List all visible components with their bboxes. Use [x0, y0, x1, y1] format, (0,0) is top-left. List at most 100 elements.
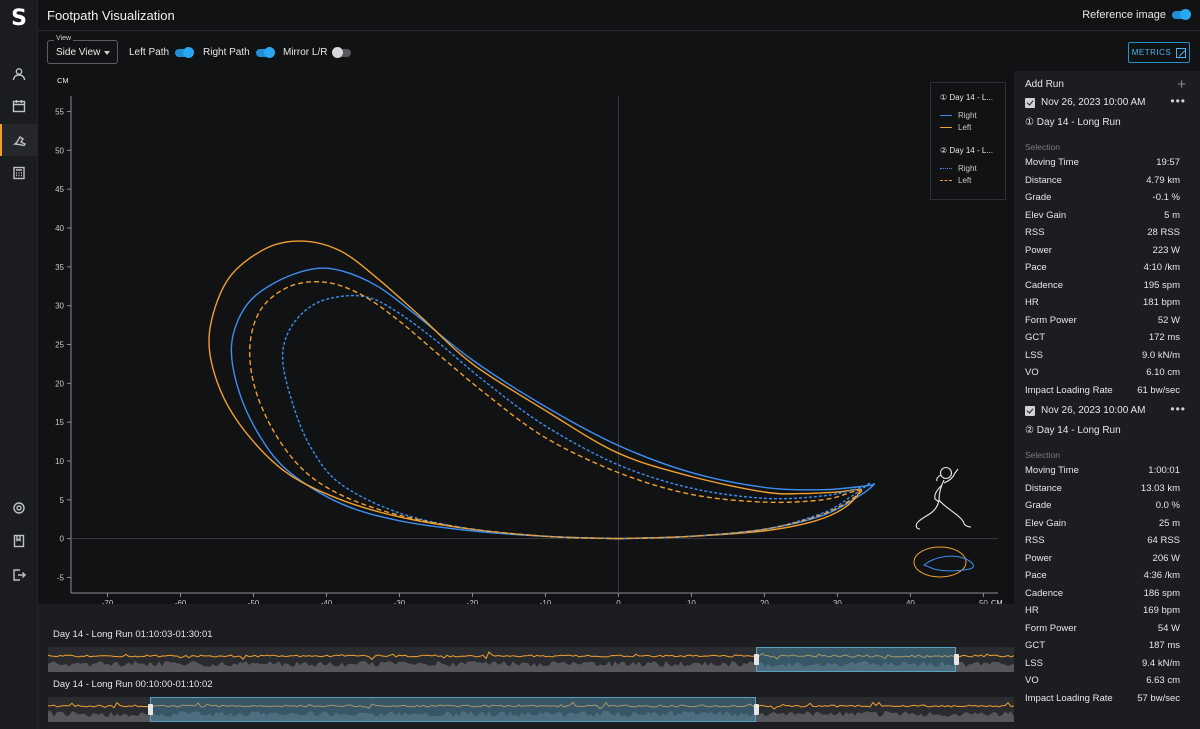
- run-1-header[interactable]: Nov 26, 2023 10:00 AM: [1025, 97, 1146, 108]
- left-path-toggle[interactable]: Left Path: [129, 46, 195, 58]
- metric-label: Moving Time: [1025, 157, 1079, 168]
- timeline-end-handle[interactable]: [953, 654, 959, 665]
- timeline-2-label: Day 14 - Long Run 00:10:00-01:10:02: [53, 679, 213, 690]
- right-path-switch[interactable]: [255, 46, 275, 58]
- metric-label: Grade: [1025, 500, 1052, 511]
- metric-row: LSS 9.4 kN/m: [1025, 658, 1180, 675]
- footpath-nav-button[interactable]: [0, 124, 38, 156]
- y-tick-label: 45: [55, 185, 64, 194]
- metric-row: Power 206 W: [1025, 553, 1180, 570]
- metric-value: 172 ms: [1148, 332, 1180, 343]
- metric-row: Impact Loading Rate 57 bw/sec: [1025, 693, 1180, 710]
- gear-icon: [13, 502, 25, 514]
- left-path-switch[interactable]: [175, 46, 195, 58]
- settings-nav-button[interactable]: [0, 492, 38, 524]
- top-bar: Footpath Visualization Reference image: [38, 0, 1200, 31]
- metric-value: 0.0 %: [1155, 500, 1180, 511]
- metric-row: HR 181 bpm: [1025, 297, 1180, 314]
- metric-value: 54 W: [1157, 622, 1180, 634]
- book-icon: [13, 534, 25, 548]
- add-run-plus-icon[interactable]: +: [1177, 76, 1186, 93]
- selection-label: Selection: [1025, 142, 1060, 152]
- footpath-chart-svg: -50510152025303540455055-70 -60 -50 -40 -30-…: [55, 76, 1003, 608]
- legend-swatch-right-dotted: [940, 168, 952, 169]
- metric-label: Pace: [1025, 570, 1047, 581]
- user-nav-button[interactable]: [0, 58, 38, 90]
- calendar-nav-button[interactable]: [0, 90, 38, 122]
- y-tick-label: 35: [55, 263, 64, 272]
- view-select[interactable]: View Side View: [47, 35, 118, 64]
- metric-row: Pace 4:36 /km: [1025, 570, 1180, 587]
- legend-entry[interactable]: Left: [940, 123, 971, 132]
- legend-swatch-left-solid: [940, 127, 952, 128]
- run-checkbox[interactable]: [1025, 405, 1035, 416]
- metric-value: 187 ms: [1148, 640, 1180, 651]
- chart-legend: ① Day 14 - L... Right Left ② Day 14 - L.…: [930, 82, 1006, 200]
- footpath-series-left-run-1: [208, 240, 861, 540]
- right-path-toggle[interactable]: Right Path: [203, 46, 275, 58]
- metric-value: 64 RSS: [1147, 535, 1180, 546]
- mirror-toggle[interactable]: Mirror L/R: [283, 46, 352, 58]
- metric-label: VO: [1025, 675, 1039, 686]
- metric-row: Moving Time 1:00:01: [1025, 465, 1180, 482]
- metric-label: Moving Time: [1025, 465, 1079, 476]
- run-checkbox[interactable]: [1025, 97, 1035, 108]
- metric-value: 9.0 kN/m: [1141, 349, 1180, 361]
- legend-swatch-right-solid: [940, 115, 952, 116]
- run-2-header[interactable]: Nov 26, 2023 10:00 AM: [1025, 405, 1146, 416]
- metric-row: GCT 172 ms: [1025, 332, 1180, 349]
- metric-label: Form Power: [1025, 314, 1077, 326]
- reference-image-toggle[interactable]: Reference image: [1082, 9, 1191, 21]
- reference-image-switch[interactable]: [1172, 9, 1191, 20]
- metrics-button[interactable]: METRICS: [1128, 42, 1190, 63]
- metric-row: Elev Gain 5 m: [1025, 210, 1180, 227]
- metric-row: Distance 13.03 km: [1025, 483, 1180, 500]
- y-tick-label: 0: [60, 535, 65, 544]
- run-name: ② Day 14 - Long Run: [1025, 425, 1121, 436]
- metric-value: 19:57: [1156, 157, 1180, 168]
- timeline-end-handle[interactable]: [753, 704, 759, 715]
- metric-value: 181 bpm: [1143, 297, 1180, 308]
- metric-row: Grade 0.0 %: [1025, 500, 1180, 517]
- legend-swatch-left-dashed: [940, 180, 952, 181]
- more-options-icon[interactable]: •••: [1170, 94, 1186, 108]
- metric-row: RSS 28 RSS: [1025, 227, 1180, 244]
- y-axis-label: CM: [57, 76, 69, 85]
- view-select-value: Side View: [56, 47, 101, 58]
- metric-value: 206 W: [1152, 552, 1180, 564]
- logout-nav-button[interactable]: [0, 559, 38, 591]
- mirror-switch[interactable]: [332, 46, 352, 58]
- footpath-series-right-run-1: [230, 267, 876, 540]
- timeline-1-label: Day 14 - Long Run 01:10:03-01:30:01: [53, 629, 213, 640]
- legend-entry[interactable]: Left: [940, 176, 971, 185]
- timeline-1-track[interactable]: [48, 647, 1014, 672]
- user-icon: [12, 68, 26, 81]
- metric-label: Distance: [1025, 174, 1062, 186]
- y-tick-label: 10: [55, 457, 64, 466]
- footpath-chart: -5 0 5 10 15 20 25 30 35 40 45 50 55 -70 -60 -50 -40 -30-…: [38, 71, 1013, 608]
- y-tick-label: 55: [55, 108, 64, 117]
- metric-value: 169 bpm: [1143, 605, 1180, 616]
- left-path-label: Left Path: [129, 47, 170, 58]
- metric-label: Cadence: [1025, 279, 1064, 291]
- timeline-2-track[interactable]: [48, 697, 1014, 722]
- metric-row: GCT 187 ms: [1025, 640, 1180, 657]
- timeline-start-handle[interactable]: [147, 704, 153, 715]
- timeline-selection[interactable]: [756, 647, 957, 672]
- metric-label: Elev Gain: [1025, 209, 1067, 221]
- timeline-selection[interactable]: [150, 697, 757, 722]
- run-date: Nov 26, 2023 10:00 AM: [1041, 405, 1146, 416]
- runner-reference-image: [913, 466, 974, 578]
- metric-label: Pace: [1025, 262, 1047, 273]
- book-nav-button[interactable]: [0, 525, 38, 557]
- timeline-start-handle[interactable]: [753, 654, 759, 665]
- y-tick-label: 50: [55, 146, 64, 155]
- metric-value: 6.10 cm: [1146, 367, 1180, 378]
- app-logo[interactable]: S: [0, 0, 38, 36]
- calculator-nav-button[interactable]: [0, 157, 38, 189]
- legend-entry[interactable]: Right: [940, 164, 977, 173]
- more-options-icon[interactable]: •••: [1170, 402, 1186, 416]
- metric-value: 1:00:01: [1148, 465, 1180, 476]
- metric-row: Elev Gain 25 m: [1025, 518, 1180, 535]
- legend-entry[interactable]: Right: [940, 111, 977, 120]
